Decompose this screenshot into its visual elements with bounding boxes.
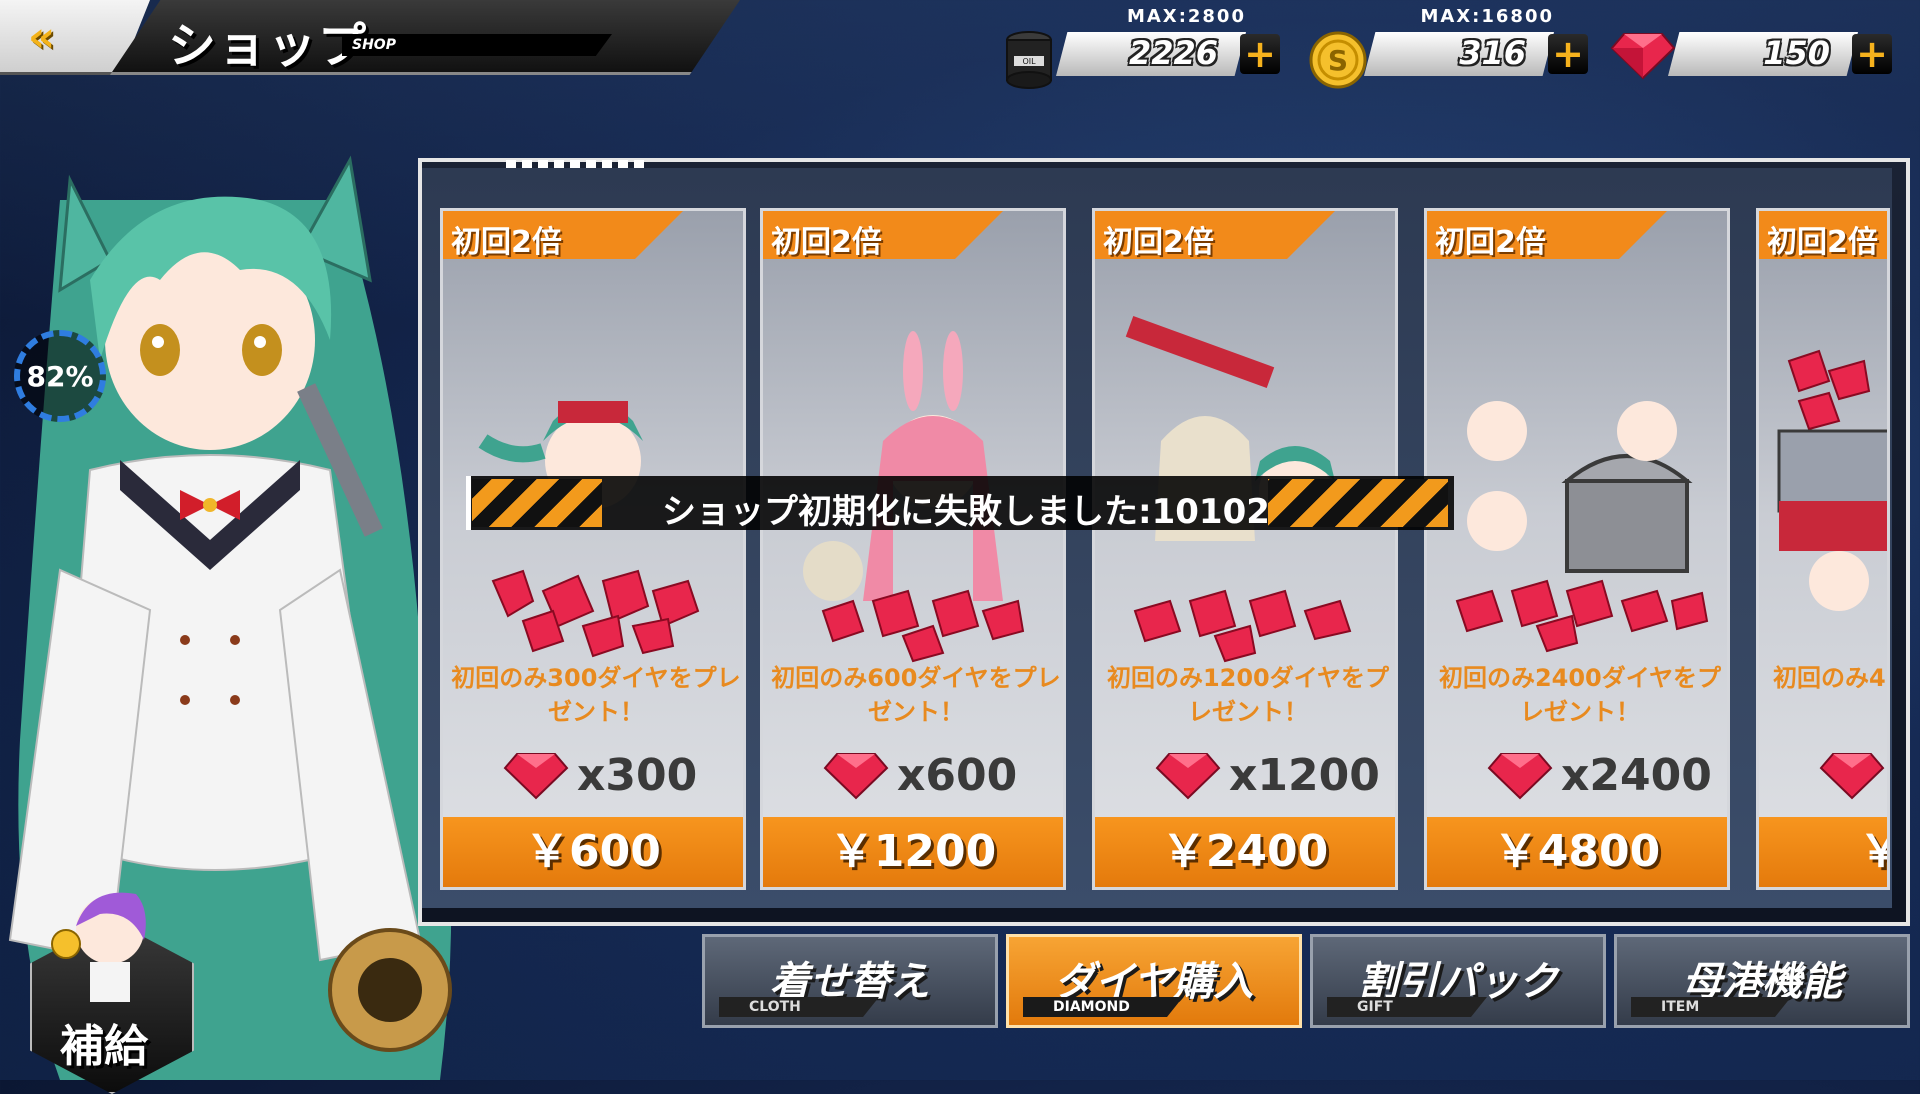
item-description: 初回のみ600ダイヤをプレゼント！ — [771, 664, 1061, 726]
item-quantity-value: x300 — [577, 750, 698, 801]
coin-icon: S — [1309, 31, 1367, 89]
add-coin-button[interactable]: + — [1548, 34, 1588, 74]
error-toast: ショップ初期化に失敗しました:10102 — [466, 476, 1454, 532]
top-bar: « ショップ SHOP OIL MAX:2800 2226 + S MAX:16… — [0, 0, 1920, 89]
diamond-resource: 150 + — [1610, 6, 1892, 80]
tab-sublabel: GIFT — [1327, 997, 1487, 1017]
sync-percent-ring: 82% — [14, 330, 106, 422]
page-subtitle: SHOP — [342, 34, 612, 56]
item-description: 初回のみ300ダイヤをプレゼント！ — [451, 664, 741, 726]
shop-tab-bar: 着せ替え CLOTH ダイヤ購入 DIAMOND 割引パック GIFT 母港機能… — [700, 928, 1920, 1038]
diamond-value: 150 — [1763, 34, 1830, 72]
item-price-button[interactable]: ￥1200 — [763, 817, 1063, 887]
oil-value: 2226 — [1128, 34, 1218, 72]
bonus-badge-label: 初回2倍 — [771, 225, 882, 260]
oil-max: MAX:2800 — [1126, 6, 1246, 27]
item-quantity-value: x1200 — [1229, 750, 1380, 801]
ruby-gem-icon — [503, 753, 569, 800]
tab-diamond[interactable]: ダイヤ購入 DIAMOND — [1006, 934, 1302, 1028]
bonus-badge-label: 初回2倍 — [1767, 225, 1878, 260]
coin-resource: S MAX:16800 316 + — [1308, 6, 1588, 89]
hazard-stripes-left — [472, 479, 602, 527]
oil-barrel-icon: OIL — [1006, 31, 1052, 89]
tab-sublabel: DIAMOND — [1023, 997, 1183, 1017]
add-diamond-button[interactable]: + — [1852, 34, 1892, 74]
shop-item-card[interactable]: 初回2倍 初回のみ4 ￥ — [1756, 208, 1890, 890]
chibi-character-icon — [51, 892, 146, 1002]
bonus-badge: 初回2倍 — [1095, 211, 1335, 259]
bonus-badge: 初回2倍 — [763, 211, 1003, 259]
item-description: 初回のみ1200ダイヤをプレゼント！ — [1106, 664, 1390, 726]
tab-sublabel: CLOTH — [719, 997, 879, 1017]
shop-item-card[interactable]: 初回2倍 初回のみ1200ダイヤをプレゼント！ x1200 ￥2400 — [1092, 208, 1398, 890]
tab-item[interactable]: 母港機能 ITEM — [1614, 934, 1910, 1028]
ruby-gem-icon — [1155, 753, 1221, 800]
item-price-button[interactable]: ￥ — [1759, 817, 1887, 887]
item-price-button[interactable]: ￥2400 — [1095, 817, 1395, 887]
coin-max: MAX:16800 — [1420, 6, 1554, 27]
item-description: 初回のみ2400ダイヤをプレゼント！ — [1438, 664, 1722, 726]
coin-value: 316 — [1459, 34, 1526, 72]
item-quantity: x2400 — [1427, 746, 1727, 806]
tab-cloth[interactable]: 着せ替え CLOTH — [702, 934, 998, 1028]
ruby-gem-icon — [1610, 33, 1676, 80]
supply-label: 補給 — [60, 1021, 148, 1072]
bonus-badge-label: 初回2倍 — [1103, 225, 1214, 260]
item-quantity: x600 — [763, 746, 1063, 806]
svg-text:OIL: OIL — [1022, 57, 1036, 66]
hazard-stripes-right — [1268, 479, 1448, 527]
item-price-button[interactable]: ￥4800 — [1427, 817, 1727, 887]
shop-item-card[interactable]: 初回2倍 初回のみ2400ダイヤをプレゼント！ x2400 ￥4800 — [1424, 208, 1730, 890]
bonus-badge-label: 初回2倍 — [451, 225, 562, 260]
sync-percent: 82% — [26, 360, 94, 393]
item-illustration — [1777, 349, 1887, 611]
item-description: 初回のみ4 — [1773, 664, 1886, 692]
svg-text:S: S — [1328, 44, 1348, 77]
item-quantity: x300 — [443, 746, 743, 806]
bonus-badge: 初回2倍 — [1759, 211, 1887, 260]
item-quantity-value: x600 — [897, 750, 1018, 801]
item-quantity-value: x2400 — [1561, 750, 1712, 801]
oil-resource: OIL MAX:2800 2226 + — [1000, 6, 1280, 89]
item-quantity — [1759, 746, 1887, 806]
title-plate: ショップ SHOP — [110, 0, 740, 75]
item-quantity: x1200 — [1095, 746, 1395, 806]
item-price-button[interactable]: ￥600 — [443, 817, 743, 887]
page-title: ショップ — [168, 18, 369, 74]
ruby-gem-icon — [1819, 753, 1885, 800]
error-message: ショップ初期化に失敗しました:10102 — [662, 492, 1270, 532]
bonus-badge-label: 初回2倍 — [1435, 225, 1546, 260]
tab-sublabel: ITEM — [1631, 997, 1791, 1017]
tab-gift[interactable]: 割引パック GIFT — [1310, 934, 1606, 1028]
add-oil-button[interactable]: + — [1240, 34, 1280, 74]
ruby-gem-icon — [823, 753, 889, 800]
shop-item-card[interactable]: 初回2倍 初回のみ600ダイヤをプレゼント！ x600 ￥1200 — [760, 208, 1066, 890]
panel-decoration — [506, 160, 646, 168]
supply-button[interactable]: 補給 — [10, 880, 200, 1094]
bonus-badge: 初回2倍 — [443, 211, 683, 259]
shop-item-card[interactable]: 初回2倍 初回のみ300ダイヤをプレゼント！ x300 ￥600 — [440, 208, 746, 890]
item-illustration — [1455, 401, 1709, 653]
bonus-badge: 初回2倍 — [1427, 211, 1667, 259]
ruby-gem-icon — [1487, 753, 1553, 800]
double-chevron-left-icon: « — [28, 12, 56, 61]
